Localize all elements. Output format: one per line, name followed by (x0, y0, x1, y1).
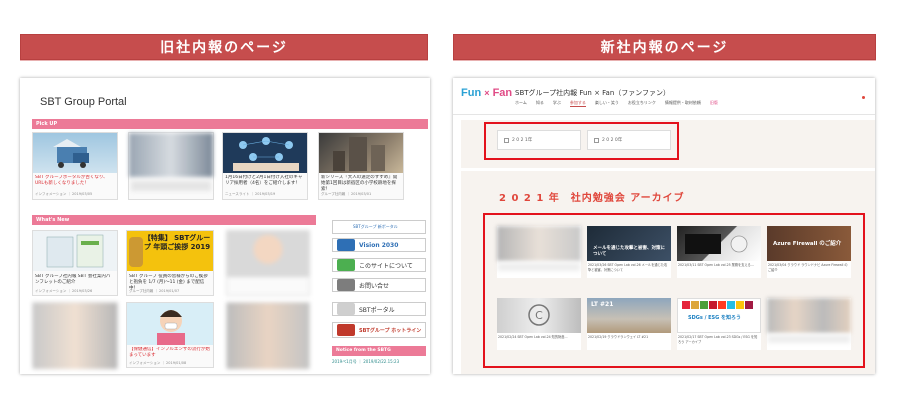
pickup-card[interactable]: SBT グループポータルが古くなり、URLも新しくなりました！ インフォメーショ… (32, 132, 118, 200)
brochure-icon (46, 234, 104, 268)
news-image (127, 303, 213, 345)
nav-item[interactable]: 旧版 (710, 100, 718, 107)
fun-fan-logo[interactable]: Fun × Fan (461, 87, 512, 99)
hotline-icon (337, 324, 355, 336)
news-card[interactable] (226, 230, 310, 296)
old-portal-screenshot: SBT Group Portal Pick UP SBT グループポータルが古く… (20, 78, 430, 374)
side-link-label: SBTポータル (359, 306, 395, 314)
news-card[interactable]: SBT グループ社内報 SBT 会社案内パンフレットのご紹介 インフォメーション… (32, 230, 118, 296)
nav-item[interactable]: お役立ちリンク (628, 100, 656, 107)
side-link-label: Vision 2030 (359, 241, 399, 249)
logo-fan-text: Fan (492, 87, 513, 99)
side-link-sbt-portal[interactable]: SBTポータル (332, 302, 426, 316)
pickup-image (223, 133, 307, 173)
highlight-box-archive (483, 213, 865, 368)
side-link-label: SBTグループ ホットライン (359, 327, 422, 334)
news-card[interactable]: 【保健通信】インフルエンザの流行が始まっています インフォメーション ｜ 201… (126, 302, 214, 368)
new-portal-banner[interactable]: SBTグループ 新ポータル (332, 220, 426, 234)
header-divider (453, 114, 875, 115)
pickup-meta: ニュースライト ｜ 2019/03/19 (225, 192, 276, 196)
pickup-card[interactable]: 1月16日付けと2月1日付け入社のキャリア採用者（4名）をご紹介します！ ニュー… (222, 132, 308, 200)
nav-item-active[interactable]: 参加する (569, 100, 586, 107)
news-image (33, 303, 117, 369)
sick-person-icon (157, 310, 185, 345)
news-image (227, 231, 309, 277)
comparison-slide: 旧社内報のページ 新社内報のページ SBT Group Portal Pick … (0, 0, 901, 416)
pickup-caption: SBT グループポータルが古くなり、URLも新しくなりました！ (35, 175, 108, 186)
news-image (33, 231, 117, 271)
news-image-title: 【特集】 SBTグループ 年頭ご挨拶 2019 (143, 234, 211, 251)
side-link-label: このサイトについて (359, 262, 413, 270)
flower-decoration (129, 237, 143, 267)
pickup-image (319, 133, 403, 173)
news-card[interactable]: 【特集】 SBTグループ 年頭ご挨拶 2019 SBT グループ 役員の皆様から… (126, 230, 214, 296)
pickup-caption: 新シリーズ『大人の遠足のすすめ』開始第1回目は新宿区の小学校跡地を探索！ (321, 175, 398, 192)
whatsnew-section-bar: What's New (32, 215, 316, 225)
nav-item[interactable]: 学ぶ (553, 100, 561, 107)
site-title: SBTグループ社内報 Fun × Fan（ファンファン） (515, 89, 671, 97)
news-meta: インフォメーション ｜ 2019/01/08 (129, 361, 187, 365)
new-portal-screenshot: Fun × Fan SBTグループ社内報 Fun × Fan（ファンファン） ホ… (453, 78, 875, 374)
old-portal-header: 旧社内報のページ (20, 34, 428, 60)
pickup-section-bar: Pick UP (32, 119, 428, 129)
side-link-label: お問い合せ (359, 282, 390, 290)
softbank-logo-icon (337, 303, 355, 315)
pickup-image (129, 133, 213, 177)
nav-item[interactable]: 情報提供・取材依頼 (665, 100, 701, 107)
house-truck-icon (53, 139, 89, 168)
news-image: 【特集】 SBTグループ 年頭ご挨拶 2019 (127, 231, 213, 271)
new-portal-banner-text: SBTグループ 新ポータル (353, 224, 398, 229)
highlight-box-year-filter (484, 122, 679, 160)
news-card[interactable] (226, 302, 310, 369)
side-link-vision[interactable]: Vision 2030 (332, 238, 426, 252)
vision-icon (337, 239, 355, 251)
building-icon (333, 137, 385, 171)
notice-item[interactable]: 2019ペ1月号 ｜ 2019/02/22.15:23 (332, 359, 399, 365)
news-caption: SBT グループ社内報 SBT 会社案内パンフレットのご紹介 (35, 274, 111, 285)
pickup-meta: インフォメーション ｜ 2019/03/05 (35, 192, 93, 196)
logo-x-text: × (484, 88, 490, 98)
pickup-card[interactable]: 新シリーズ『大人の遠足のすすめ』開始第1回目は新宿区の小学校跡地を探索！ グルー… (318, 132, 404, 200)
news-caption: 【保健通信】インフルエンザの流行が始まっています (129, 347, 210, 358)
pickup-caption: 1月16日付けと2月1日付け入社のキャリア採用者（4名）をご紹介します！ (225, 175, 303, 186)
news-image (227, 303, 309, 369)
side-link-about[interactable]: このサイトについて (332, 258, 426, 272)
side-link-contact[interactable]: お問い合せ (332, 278, 426, 292)
network-people-icon (233, 137, 299, 171)
news-meta: グループ社内報 ｜ 2019/01/07 (129, 289, 180, 293)
portal-title: SBT Group Portal (40, 96, 127, 108)
nav-item[interactable]: ホーム (515, 100, 527, 107)
side-link-hotline[interactable]: SBTグループ ホットライン (332, 322, 426, 338)
notification-dot-icon[interactable] (862, 96, 865, 99)
pickup-image (33, 133, 117, 173)
nav-item[interactable]: 楽しい・笑う (595, 100, 619, 107)
mail-icon (337, 279, 355, 291)
about-icon (337, 259, 355, 271)
nav-item[interactable]: 知る (536, 100, 544, 107)
pickup-meta: グループ社内報 ｜ 2019/03/01 (321, 192, 372, 196)
pickup-card[interactable] (128, 132, 214, 200)
pickup-caption (131, 181, 211, 191)
new-portal-header: 新社内報のページ (453, 34, 876, 60)
news-meta: インフォメーション ｜ 2019/03/26 (35, 289, 93, 293)
news-card[interactable] (32, 302, 118, 369)
notice-section-bar: Notice from the SBTG (332, 346, 426, 356)
logo-fun-text: Fun (461, 87, 482, 99)
top-nav: ホーム 知る 学ぶ 参加する 楽しい・笑う お役立ちリンク 情報提供・取材依頼 … (515, 100, 718, 107)
archive-title: 2 0 2 1 年 社内勉強会 アーカイブ (499, 193, 685, 204)
